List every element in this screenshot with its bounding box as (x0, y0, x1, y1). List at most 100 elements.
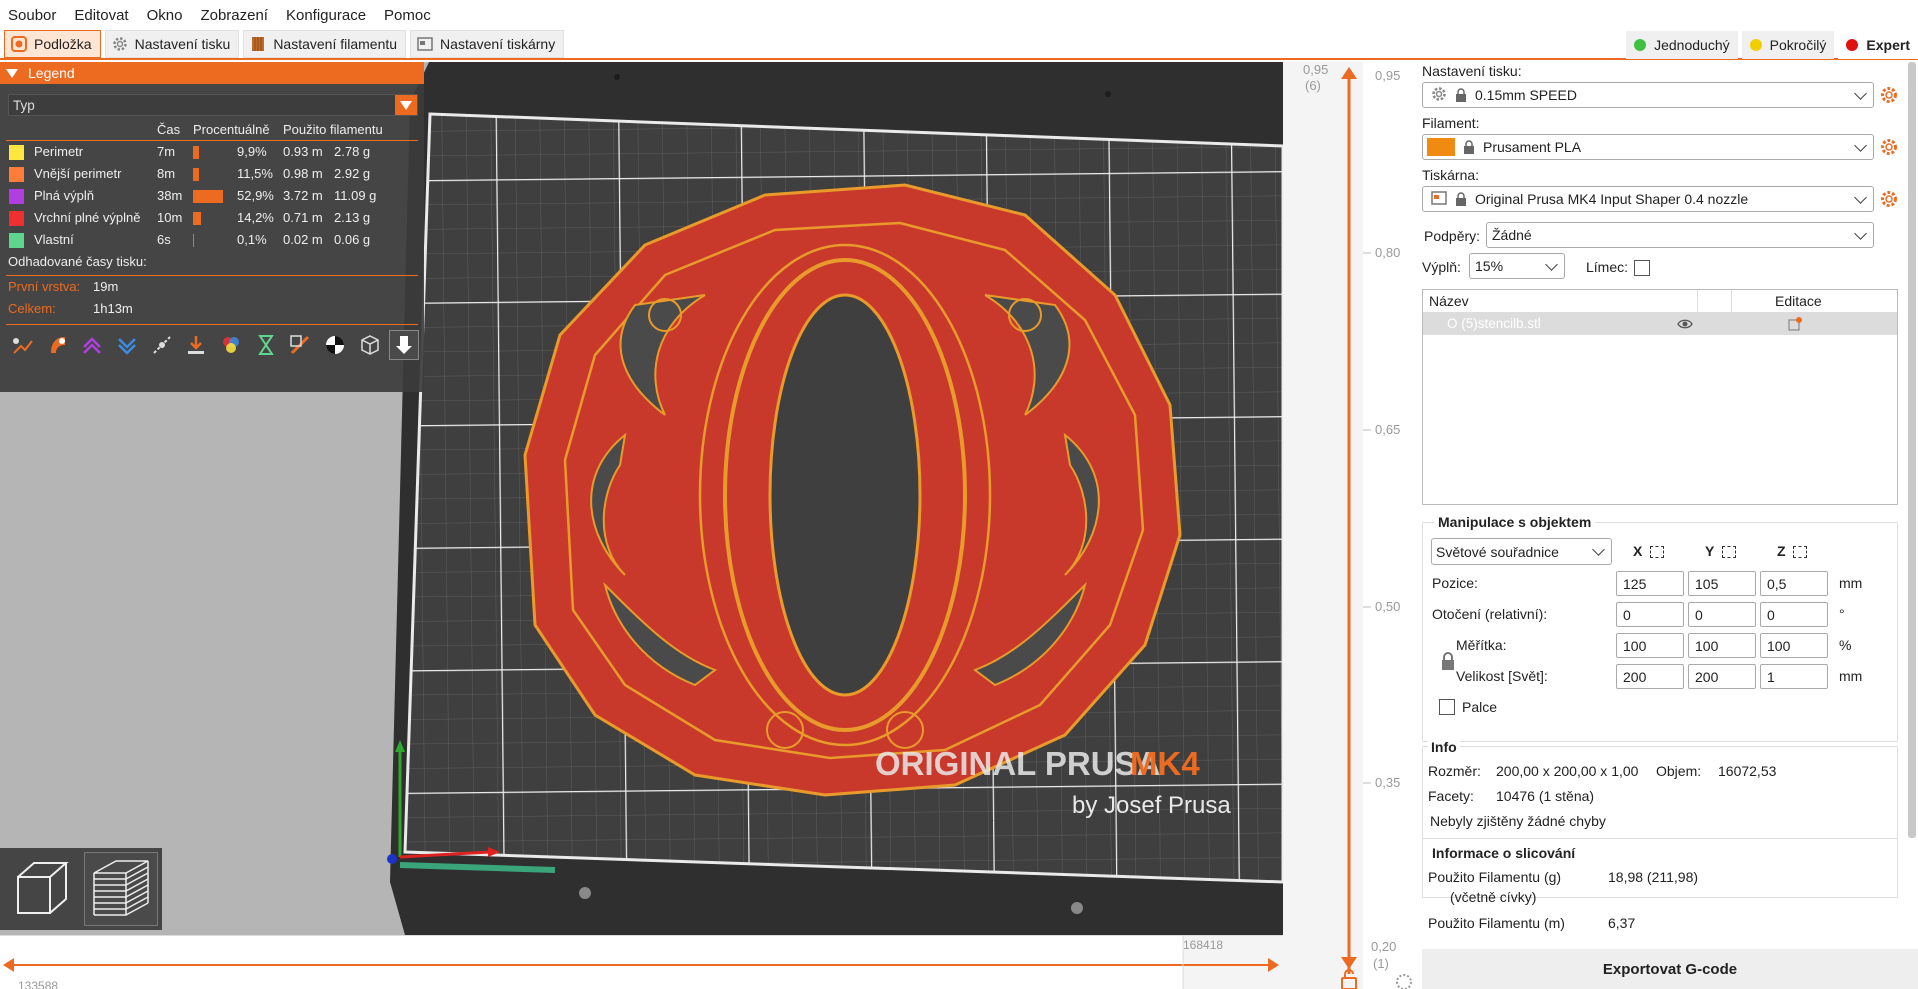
mode-label: Expert (1866, 37, 1910, 53)
col-percent: Procentuálně (193, 122, 270, 137)
print-settings-select[interactable]: 0.15mm SPEED (1422, 82, 1874, 108)
chevron-down-icon (1592, 543, 1605, 556)
tool-changes-icon[interactable] (181, 330, 211, 360)
export-gcode-button[interactable]: Exportovat G-code (1422, 949, 1918, 989)
tab-label: Nastavení tisku (134, 36, 231, 52)
inches-label: Palce (1462, 699, 1498, 715)
tab-filament-settings[interactable]: Nastavení filamentu (243, 30, 407, 58)
horizontal-slider[interactable]: 168418 133588 (0, 935, 1283, 989)
mode-expert[interactable]: Expert (1838, 31, 1918, 59)
visibility-eye-icon[interactable] (1677, 317, 1693, 333)
object-list-item[interactable]: O (5)stencilb.stl (1423, 313, 1897, 335)
row-grams: 2.92 g (334, 166, 371, 181)
seams-icon[interactable] (147, 330, 177, 360)
deretractions-icon[interactable] (112, 330, 142, 360)
printer-icon (417, 36, 433, 52)
mode-label: Pokročilý (1769, 37, 1827, 53)
position-x-input[interactable]: 125 (1616, 571, 1684, 596)
brim-checkbox[interactable] (1634, 260, 1650, 276)
printer-gear-icon[interactable] (1880, 190, 1898, 208)
size-x-input[interactable]: 200 (1616, 664, 1684, 689)
row-time: 10m (157, 210, 183, 225)
legend-header[interactable]: Legend (0, 62, 424, 84)
view-preview-button[interactable] (84, 852, 158, 926)
travel-icon[interactable] (8, 330, 38, 360)
printer-select[interactable]: Original Prusa MK4 Input Shaper 0.4 nozz… (1422, 186, 1874, 212)
position-y-input[interactable]: 105 (1688, 571, 1756, 596)
center-of-gravity-icon[interactable] (320, 330, 350, 360)
printer-value: Original Prusa MK4 Input Shaper 0.4 nozz… (1475, 191, 1749, 207)
infill-select[interactable]: 15% (1469, 253, 1565, 279)
menu-soubor[interactable]: Soubor (8, 7, 56, 24)
row-label: Vlastní (34, 232, 74, 247)
rotation-x-input[interactable]: 0 (1616, 602, 1684, 627)
position-label: Pozice: (1432, 575, 1478, 591)
coordinate-system-select[interactable]: Světové souřadnice (1431, 538, 1612, 565)
position-z-input[interactable]: 0,5 (1760, 571, 1828, 596)
legend-type-select[interactable]: Typ (8, 94, 418, 116)
tab-plate[interactable]: Podložka (4, 30, 101, 58)
drop-to-axis-icon (1721, 546, 1736, 559)
scale-z-input[interactable]: 100 (1760, 633, 1828, 658)
legend-row: Vrchní plné výplně 10m 14,2% 0.71 m 2.13… (0, 207, 424, 229)
wipe-icon[interactable] (43, 330, 73, 360)
chevron-down-icon (1854, 191, 1867, 204)
brim-label: Límec: (1586, 259, 1629, 275)
mode-simple[interactable]: Jednoduchý (1626, 31, 1738, 59)
rotation-y-input[interactable]: 0 (1688, 602, 1756, 627)
scale-x-input[interactable]: 100 (1616, 633, 1684, 658)
retractions-icon[interactable] (77, 330, 107, 360)
rotation-z-input[interactable]: 0 (1760, 602, 1828, 627)
percent-bar (193, 168, 199, 181)
menu-editovat[interactable]: Editovat (74, 7, 128, 24)
axis-x-label: X (1633, 543, 1665, 559)
mode-advanced[interactable]: Pokročilý (1741, 31, 1835, 59)
mode-dot-icon (1749, 39, 1762, 51)
rotation-label: Otočení (relativní): (1432, 606, 1548, 622)
menu-okno[interactable]: Okno (147, 7, 183, 24)
filament-select[interactable]: Prusament PLA (1422, 134, 1874, 160)
scale-y-input[interactable]: 100 (1688, 633, 1756, 658)
inches-checkbox[interactable] (1439, 699, 1455, 715)
view-3d-button[interactable] (6, 852, 80, 926)
tool-marker-icon[interactable] (389, 330, 420, 360)
row-meters: 0.98 m (283, 166, 323, 181)
size-z-input[interactable]: 1 (1760, 664, 1828, 689)
row-label: Perimetr (34, 144, 84, 159)
menu-zobrazeni[interactable]: Zobrazení (200, 7, 268, 24)
filament-label: Filament: (1422, 115, 1480, 131)
bed-brand-text: ORIGINAL PRUSA (875, 745, 1160, 782)
tab-printer-settings[interactable]: Nastavení tiskárny (410, 30, 565, 58)
lock-icon (1455, 192, 1467, 206)
filament-gear-icon[interactable] (1880, 138, 1898, 156)
vertical-layer-slider[interactable]: 0,95 (6) 0,95 0,80 0,65 0,50 0,35 0,20 (… (1283, 62, 1420, 989)
row-percent: 0,1% (237, 232, 267, 247)
estimates-title: Odhadované časy tisku: (8, 254, 147, 269)
tab-label: Nastavení tiskárny (440, 36, 556, 52)
menu-pomoc[interactable]: Pomoc (384, 7, 431, 24)
slice-info-divider (1422, 838, 1898, 839)
bed-brand-model: MK4 (1130, 745, 1200, 782)
legend-columns: Čas Procentuálně Použito filamentu (0, 120, 424, 140)
lock-icon (1455, 88, 1467, 102)
pause-prints-icon[interactable] (251, 330, 281, 360)
color-swatch (9, 233, 24, 248)
supports-select[interactable]: Žádné (1486, 222, 1874, 248)
tab-print-settings[interactable]: Nastavení tisku (104, 30, 240, 58)
sidebar-scrollbar[interactable] (1908, 62, 1916, 838)
lock-icon (1463, 140, 1475, 154)
size-y-input[interactable]: 200 (1688, 664, 1756, 689)
custom-gcode-icon[interactable] (285, 330, 315, 360)
color-changes-icon[interactable] (216, 330, 246, 360)
shells-icon[interactable] (355, 330, 385, 360)
edit-settings-icon[interactable] (1787, 316, 1803, 335)
legend-type-value: Typ (13, 97, 35, 113)
view-mode-buttons (0, 848, 162, 930)
mode-dot-icon (1634, 39, 1647, 51)
total-time-row: Celkem: 1h13m (0, 298, 424, 320)
scale-lock-icon[interactable] (1441, 652, 1455, 670)
menu-konfigurace[interactable]: Konfigurace (286, 7, 366, 24)
row-grams: 2.78 g (334, 144, 371, 159)
print-settings-gear-icon[interactable] (1880, 86, 1898, 104)
legend-row: Vnější perimetr 8m 11,5% 0.98 m 2.92 g (0, 163, 424, 185)
